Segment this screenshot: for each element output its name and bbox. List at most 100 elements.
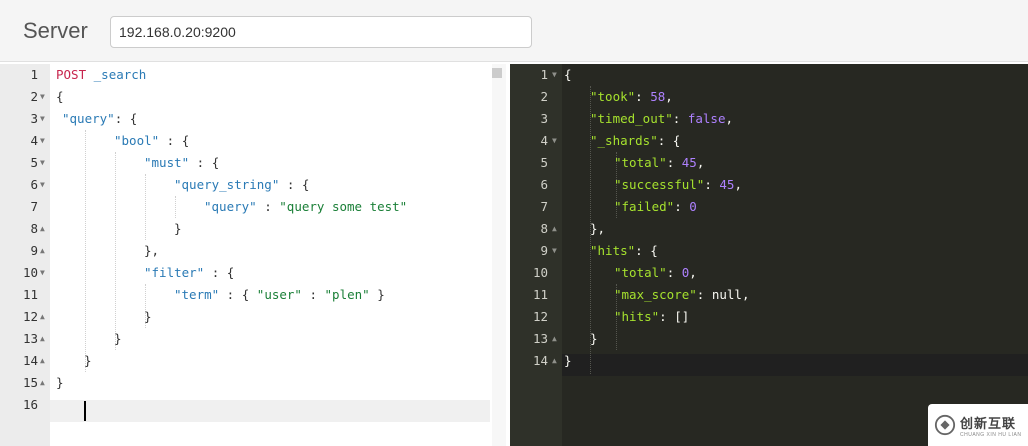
fold-toggle-icon[interactable]: ▲ xyxy=(40,328,45,350)
line-number: 13 xyxy=(22,331,38,346)
code-line-11: "term" : { "user" : "plen" } xyxy=(174,287,385,302)
fold-toggle-icon[interactable]: ▲ xyxy=(552,328,557,350)
indent-guide xyxy=(115,152,116,350)
code-line-14: } xyxy=(84,353,92,368)
fold-toggle-icon[interactable]: ▲ xyxy=(552,218,557,240)
fold-toggle-icon[interactable]: ▲ xyxy=(552,350,557,372)
code-line-3: "query": { xyxy=(62,111,138,126)
line-number: 4 xyxy=(30,133,38,148)
response-line-6: "successful": 45, xyxy=(614,177,742,192)
response-line-12: "hits": [] xyxy=(614,309,690,324)
line-number: 8 xyxy=(30,221,38,236)
editor-splitter[interactable] xyxy=(492,64,506,446)
line-number: 7 xyxy=(30,199,38,214)
fold-toggle-icon[interactable]: ▲ xyxy=(40,350,45,372)
line-number: 11 xyxy=(532,287,548,302)
response-line-13: } xyxy=(590,331,598,346)
line-number: 14 xyxy=(22,353,38,368)
code-line-6: "query_string" : { xyxy=(174,177,310,192)
server-label: Server xyxy=(23,18,88,43)
response-line-14: } xyxy=(564,353,572,368)
line-number: 2 xyxy=(30,89,38,104)
response-viewer-gutter: 1 ▼ 2 3 4 ▼ 5 6 7 8 ▲ 9 ▼ 10 11 12 13 ▲ 14 ▲ xyxy=(510,64,562,446)
code-line-10: "filter" : { xyxy=(144,265,235,280)
code-line-4: "bool" : { xyxy=(114,133,190,148)
line-number: 5 xyxy=(30,155,38,170)
code-line-7: "query" : "query some test" xyxy=(204,199,408,214)
header-bar: Server xyxy=(0,0,1028,62)
code-line-8: } xyxy=(174,221,182,236)
fold-toggle-icon[interactable]: ▼ xyxy=(40,152,45,174)
fold-toggle-icon[interactable]: ▼ xyxy=(40,130,45,152)
line-number: 3 xyxy=(540,111,548,126)
response-viewer-code[interactable]: { "took": 58, "timed_out": false, "_shar… xyxy=(562,64,1028,446)
fold-toggle-icon[interactable]: ▼ xyxy=(552,64,557,86)
fold-toggle-icon[interactable]: ▼ xyxy=(552,130,557,152)
line-number: 2 xyxy=(540,89,548,104)
fold-toggle-icon[interactable]: ▼ xyxy=(40,86,45,108)
server-address-input[interactable] xyxy=(110,16,532,48)
line-number: 4 xyxy=(540,133,548,148)
brand-logo-icon xyxy=(934,414,956,436)
text-cursor xyxy=(84,401,86,421)
response-line-8: }, xyxy=(590,221,606,236)
request-editor-code[interactable]: POST _search { "query": { "bool" : { "mu… xyxy=(50,64,490,446)
response-line-9: "hits": { xyxy=(590,243,658,258)
line-number: 1 xyxy=(540,67,548,82)
code-line-2: { xyxy=(56,89,64,104)
indent-guide xyxy=(175,196,176,218)
line-number: 14 xyxy=(532,353,548,368)
request-editor-gutter: 1 2 ▼ 3 ▼ 4 ▼ 5 ▼ 6 ▼ 7 8 ▲ 9 ▲ 10 ▼ 11 12 ▲ 13 ▲ 14 ▲ 15 ▲ 16 xyxy=(0,64,50,446)
indent-guide xyxy=(145,174,146,240)
response-line-7: "failed": 0 xyxy=(614,199,697,214)
line-number: 1 xyxy=(30,67,38,82)
line-number: 6 xyxy=(30,177,38,192)
code-line-15: } xyxy=(56,375,64,390)
watermark-subtext: CHUANG XIN HU LIAN xyxy=(960,431,1022,438)
response-line-5: "total": 45, xyxy=(614,155,705,170)
fold-toggle-icon[interactable]: ▼ xyxy=(40,174,45,196)
code-line-1: POST _search xyxy=(56,64,146,86)
response-line-10: "total": 0, xyxy=(614,265,697,280)
line-number: 3 xyxy=(30,111,38,126)
fold-toggle-icon[interactable]: ▼ xyxy=(552,240,557,262)
line-number: 13 xyxy=(532,331,548,346)
response-line-11: "max_score": null, xyxy=(614,287,750,302)
line-number: 9 xyxy=(540,243,548,258)
http-method: POST xyxy=(56,67,87,82)
fold-toggle-icon[interactable]: ▼ xyxy=(40,108,45,130)
line-number: 10 xyxy=(532,265,548,280)
watermark-text: 创新互联 xyxy=(960,416,1017,432)
line-number: 10 xyxy=(22,265,38,280)
code-line-9: }, xyxy=(144,243,160,258)
line-number: 5 xyxy=(540,155,548,170)
splitter-handle[interactable] xyxy=(492,68,502,78)
timed-out-value: false xyxy=(687,111,726,126)
response-viewer[interactable]: 1 ▼ 2 3 4 ▼ 5 6 7 8 ▲ 9 ▼ 10 11 12 13 ▲ 14 ▲ { "took": 58, … xyxy=(510,64,1028,446)
line-number: 15 xyxy=(22,375,38,390)
line-number: 12 xyxy=(532,309,548,324)
line-number: 11 xyxy=(22,287,38,302)
watermark: 创新互联 CHUANG XIN HU LIAN xyxy=(928,404,1028,446)
line-number: 6 xyxy=(540,177,548,192)
response-line-3: "timed_out": false, xyxy=(590,111,734,126)
fold-toggle-icon[interactable]: ▲ xyxy=(40,306,45,328)
fold-toggle-icon[interactable]: ▲ xyxy=(40,240,45,262)
line-number: 9 xyxy=(30,243,38,258)
fold-toggle-icon[interactable]: ▼ xyxy=(40,262,45,284)
response-line-4: "_shards": { xyxy=(590,133,681,148)
fold-toggle-icon[interactable]: ▲ xyxy=(40,218,45,240)
code-line-12: } xyxy=(144,309,152,324)
line-number: 12 xyxy=(22,309,38,324)
request-editor[interactable]: 1 2 ▼ 3 ▼ 4 ▼ 5 ▼ 6 ▼ 7 8 ▲ 9 ▲ 10 ▼ 11 12 ▲ 13 ▲ 14 ▲ 15 ▲ 16 POST… xyxy=(0,64,490,446)
response-line-1: { xyxy=(564,67,572,82)
line-number: 8 xyxy=(540,221,548,236)
took-value: 58 xyxy=(650,89,666,104)
line-number: 16 xyxy=(22,397,38,412)
indent-guide xyxy=(85,130,86,372)
line-number: 7 xyxy=(540,199,548,214)
code-line-5: "must" : { xyxy=(144,155,220,170)
response-line-2: "took": 58, xyxy=(590,89,673,104)
fold-toggle-icon[interactable]: ▲ xyxy=(40,372,45,394)
code-line-13: } xyxy=(114,331,122,346)
